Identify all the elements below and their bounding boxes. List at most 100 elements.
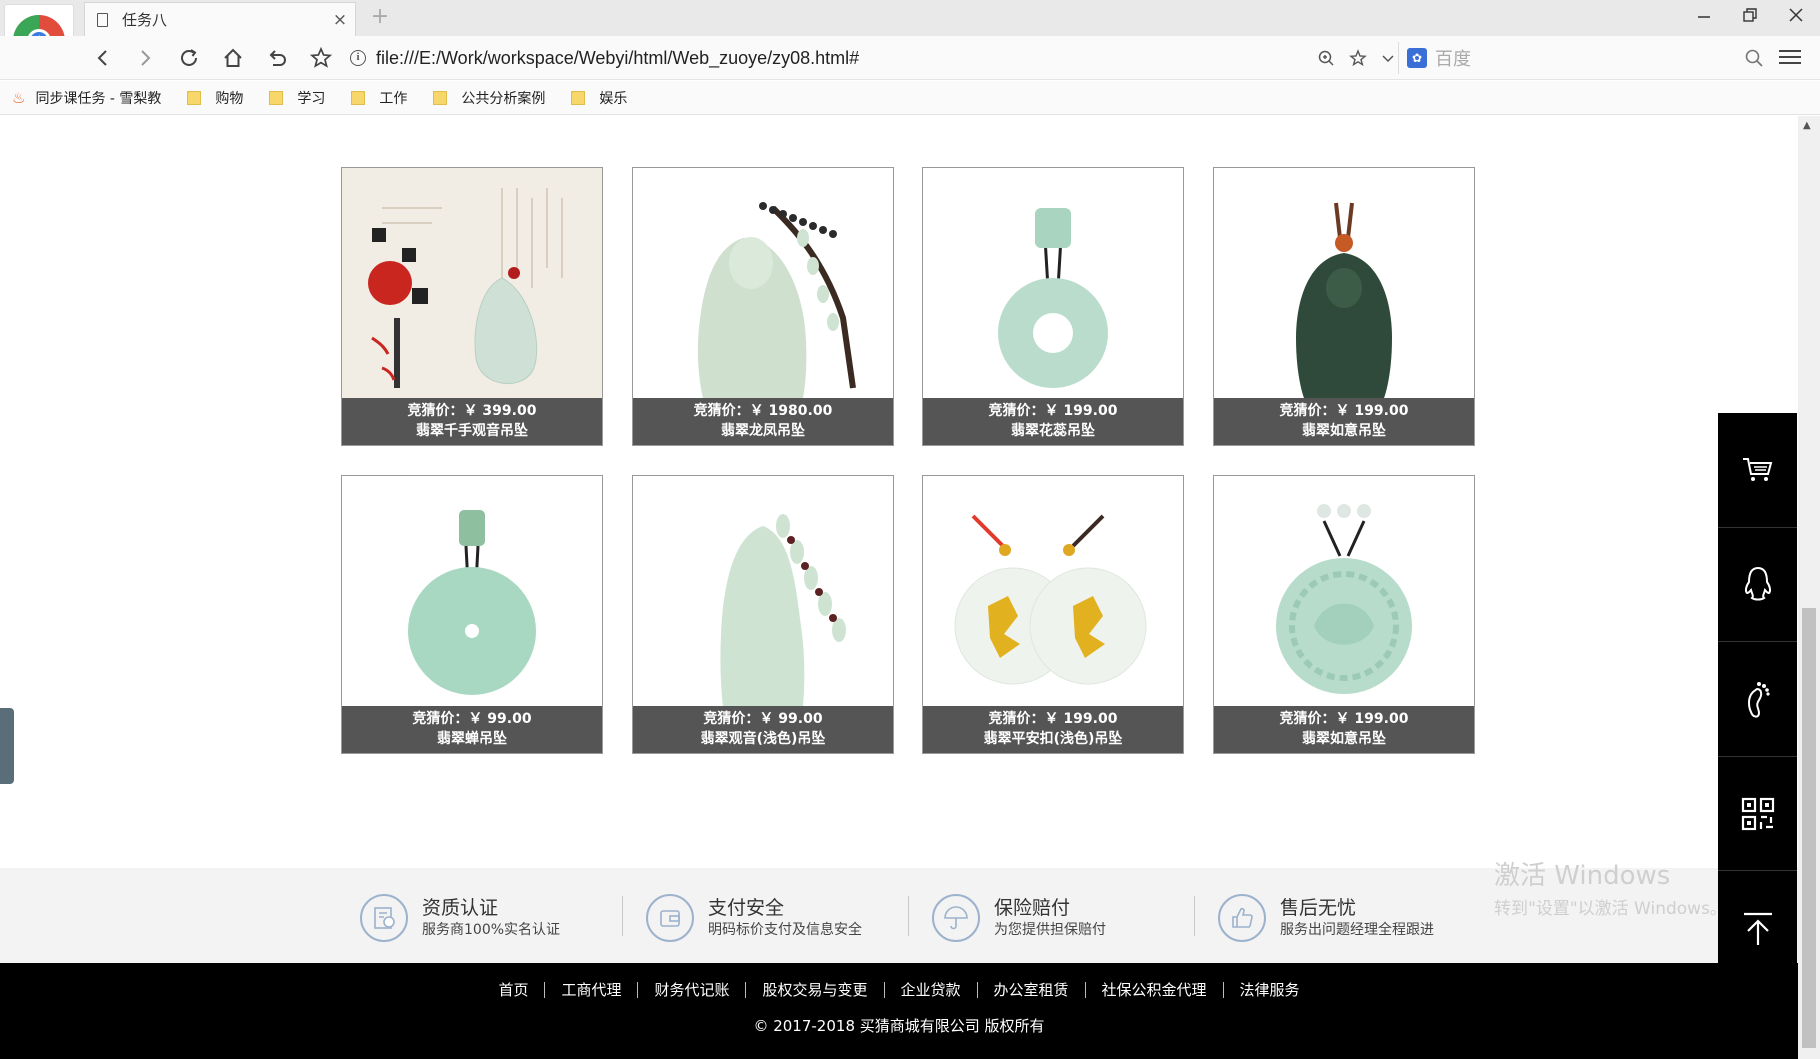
product-card[interactable]: 竞猜价：￥ 199.00 翡翠平安扣(浅色)吊坠 <box>922 475 1184 754</box>
close-window-button[interactable] <box>1773 0 1819 36</box>
menu-icon-bar <box>1779 50 1801 52</box>
browser-menu-button[interactable] <box>1775 46 1805 70</box>
footprint-button[interactable] <box>1718 642 1797 757</box>
scroll-thumb[interactable] <box>1802 608 1816 1048</box>
side-panel-handle[interactable] <box>0 708 14 784</box>
service-subtitle: 服务商100%实名认证 <box>422 922 561 938</box>
product-card[interactable]: 竞猜价：￥ 199.00 翡翠花蕊吊坠 <box>922 167 1184 446</box>
wallet-icon <box>646 894 694 942</box>
back-button[interactable] <box>86 41 120 75</box>
product-name: 翡翠千手观音吊坠 <box>416 423 528 439</box>
footer-link-equity[interactable]: 股权交易与变更 <box>746 982 885 998</box>
pendant-illustration <box>342 168 602 398</box>
minimize-button[interactable] <box>1681 0 1727 36</box>
product-caption: 竞猜价：￥ 199.00 翡翠花蕊吊坠 <box>923 398 1183 445</box>
product-price: 竞猜价：￥ 199.00 <box>988 403 1118 419</box>
bookmark-folder[interactable]: 公共分析案例 <box>433 88 545 108</box>
qrcode-icon <box>1741 797 1774 830</box>
product-image[interactable] <box>342 168 602 398</box>
product-card[interactable]: 竞猜价：￥ 99.00 翡翠蝉吊坠 <box>341 475 603 754</box>
bookmark-folder[interactable]: 学习 <box>269 88 325 108</box>
pendant-illustration <box>342 476 602 706</box>
scroll-up-arrow-icon[interactable]: ▲ <box>1803 120 1811 131</box>
pendant-illustration <box>923 476 1183 706</box>
tab-close-button[interactable]: × <box>325 10 355 30</box>
product-card[interactable]: 竞猜价：￥ 199.00 翡翠如意吊坠 <box>1213 167 1475 446</box>
footer-link-legal[interactable]: 法律服务 <box>1224 982 1316 998</box>
product-price: 竞猜价：￥ 99.00 <box>412 711 532 727</box>
activation-subtitle: 转到"设置"以激活 Windows。 <box>1494 899 1727 919</box>
url-field[interactable]: i file:///E:/Work/workspace/Webyi/html/W… <box>350 42 1395 74</box>
title-bar: 任务八 × + <box>0 0 1820 77</box>
favorite-button[interactable] <box>304 41 338 75</box>
footer-link-business-agent[interactable]: 工商代理 <box>545 982 639 998</box>
product-caption: 竞猜价：￥ 199.00 翡翠平安扣(浅色)吊坠 <box>923 706 1183 753</box>
footer-link-loans[interactable]: 企业贷款 <box>885 982 978 998</box>
product-image[interactable] <box>1214 476 1474 706</box>
new-tab-button[interactable]: + <box>366 2 394 32</box>
footer-link-social-security[interactable]: 社保公积金代理 <box>1086 982 1224 998</box>
product-price: 竞猜价：￥ 399.00 <box>407 403 537 419</box>
bookmark-label: 同步课任务 - 雪梨教 <box>35 90 162 107</box>
bookmark-folder[interactable]: 工作 <box>351 88 407 108</box>
umbrella-icon <box>932 894 980 942</box>
product-card[interactable]: 竞猜价：￥ 199.00 翡翠如意吊坠 <box>1213 475 1475 754</box>
qq-button[interactable] <box>1718 528 1797 643</box>
product-caption: 竞猜价：￥ 199.00 翡翠如意吊坠 <box>1214 398 1474 445</box>
close-icon <box>1789 8 1803 22</box>
bookmark-label: 购物 <box>215 90 244 107</box>
browser-tab[interactable]: 任务八 × <box>84 2 356 36</box>
product-price: 竞猜价：￥ 199.00 <box>1279 403 1409 419</box>
bookmark-folder[interactable]: 娱乐 <box>571 88 627 108</box>
product-card[interactable]: 竞猜价：￥ 399.00 翡翠千手观音吊坠 <box>341 167 603 446</box>
minimize-icon <box>1698 16 1710 18</box>
product-name: 翡翠观音(浅色)吊坠 <box>700 731 826 747</box>
bookmark-item[interactable]: ♨ 同步课任务 - 雪梨教 <box>12 88 161 108</box>
windows-activation-watermark: 激活 Windows 转到"设置"以激活 Windows。 <box>1494 855 1727 919</box>
product-card[interactable]: 竞猜价：￥ 1980.00 翡翠龙凤吊坠 <box>632 167 894 446</box>
product-image[interactable] <box>633 476 893 706</box>
footer-link-office-rental[interactable]: 办公室租赁 <box>978 982 1086 998</box>
info-icon[interactable]: i <box>350 50 366 66</box>
footer-link-home[interactable]: 首页 <box>482 982 546 998</box>
divider <box>1194 896 1195 936</box>
product-image[interactable] <box>633 168 893 398</box>
thumbs-up-icon <box>1218 894 1266 942</box>
menu-icon-bar <box>1779 62 1801 64</box>
cart-button[interactable] <box>1718 413 1797 528</box>
product-image[interactable] <box>923 476 1183 706</box>
service-subtitle: 服务出问题经理全程跟进 <box>1280 922 1434 938</box>
flame-icon: ♨ <box>12 88 26 107</box>
bookmark-star-icon[interactable] <box>1349 49 1367 67</box>
footer-link-bookkeeping[interactable]: 财务代记账 <box>638 982 747 998</box>
forward-button[interactable] <box>128 41 162 75</box>
zoom-icon[interactable] <box>1317 49 1335 67</box>
reload-button[interactable] <box>172 41 206 75</box>
product-image[interactable] <box>1214 168 1474 398</box>
qrcode-button[interactable] <box>1718 757 1797 872</box>
product-image[interactable] <box>342 476 602 706</box>
product-image[interactable] <box>923 168 1183 398</box>
chevron-down-icon[interactable] <box>1381 49 1395 67</box>
search-input[interactable]: 百度 <box>1435 45 1744 71</box>
service-insurance: 保险赔付 为您提供担保赔付 <box>932 892 1106 944</box>
baidu-icon: ✿ <box>1407 48 1427 68</box>
service-title: 资质认证 <box>422 897 499 919</box>
undo-icon <box>269 50 286 66</box>
product-name: 翡翠如意吊坠 <box>1302 731 1386 747</box>
home-button[interactable] <box>216 41 250 75</box>
bookmark-label: 工作 <box>379 90 408 107</box>
undo-close-button[interactable] <box>260 41 294 75</box>
site-footer: 首页 工商代理 财务代记账 股权交易与变更 企业贷款 办公室租赁 社保公积金代理… <box>0 963 1798 1059</box>
restore-button[interactable] <box>1727 0 1773 36</box>
vertical-scrollbar[interactable]: ▲ <box>1798 116 1820 1059</box>
search-icon[interactable] <box>1744 48 1764 68</box>
bookmark-folder[interactable]: 购物 <box>187 88 243 108</box>
bookmark-label: 公共分析案例 <box>461 90 546 107</box>
search-box[interactable]: ✿ 百度 <box>1398 42 1764 74</box>
back-to-top-button[interactable] <box>1718 871 1797 986</box>
product-card[interactable]: 竞猜价：￥ 99.00 翡翠观音(浅色)吊坠 <box>632 475 894 754</box>
service-certification: 资质认证 服务商100%实名认证 <box>360 892 560 944</box>
service-subtitle: 明码标价支付及信息安全 <box>708 922 862 938</box>
url-text[interactable]: file:///E:/Work/workspace/Webyi/html/Web… <box>376 48 1317 69</box>
